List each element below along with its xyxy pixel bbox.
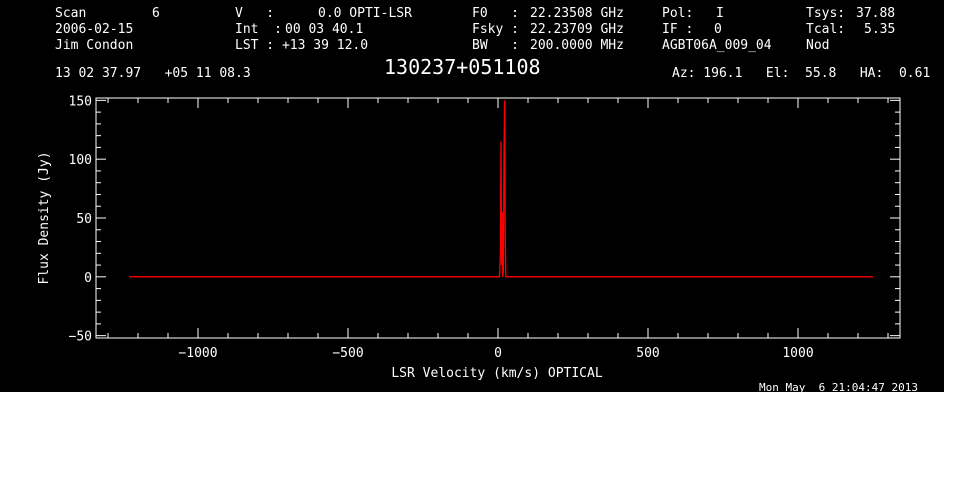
spectrum-chart: −1000 −500 0 500 1000 −50050100150 LSR Veloc… — [37, 94, 901, 381]
flux-spectrum-line — [129, 100, 873, 278]
y-tick-label: 50 — [76, 212, 92, 227]
x-tick-label: 0 — [494, 346, 502, 361]
y-axis-label: Flux Density (Jy) — [37, 151, 52, 284]
plot-window: Scan 6 2006-02-15 Jim Condon V : 0.0 OPT… — [0, 0, 944, 394]
y-tick-label: 150 — [69, 94, 92, 109]
y-tick-label: 100 — [69, 153, 92, 168]
y-tick-label: 0 — [84, 271, 92, 286]
x-tick-label: −500 — [332, 346, 363, 361]
x-tick-label: 1000 — [782, 346, 813, 361]
x-axis-ticks: −1000 −500 0 500 1000 — [107, 98, 889, 361]
x-tick-label: −1000 — [178, 346, 217, 361]
x-axis-label: LSR Velocity (km/s) OPTICAL — [391, 366, 602, 381]
y-axis-ticks: −50 0 50 100 150 — [69, 94, 900, 345]
plot-timestamp: Mon May 6 21:04:47 2013 — [759, 381, 918, 394]
plot-frame — [95, 97, 901, 339]
x-tick-label: 500 — [636, 346, 659, 361]
y-tick-label: −50 — [69, 330, 92, 345]
